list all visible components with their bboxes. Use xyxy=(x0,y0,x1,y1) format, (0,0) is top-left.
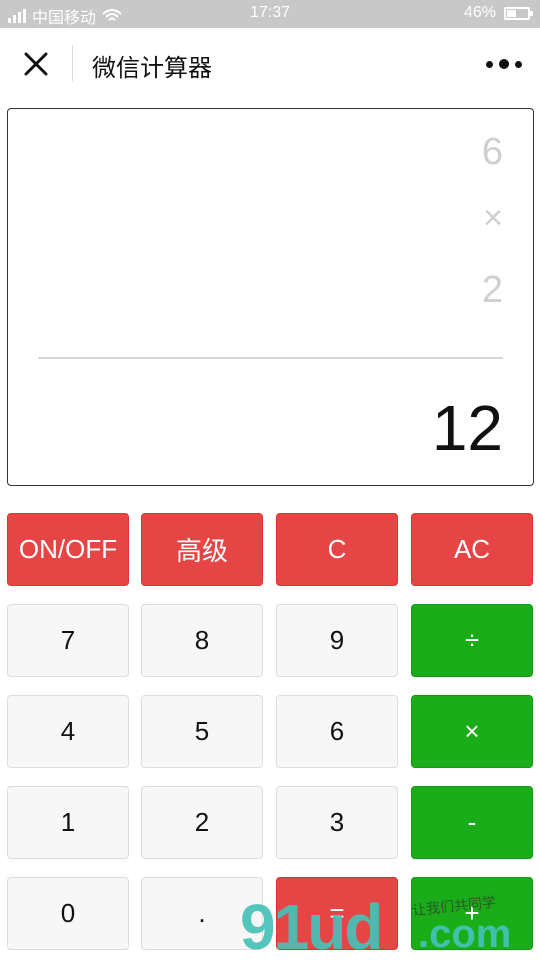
key-4[interactable]: 4 xyxy=(7,695,129,768)
battery-icon xyxy=(504,6,533,20)
battery-percent: 46% xyxy=(463,4,496,21)
key-all-clear[interactable]: AC xyxy=(411,513,533,586)
expression-operand-1: 6 xyxy=(481,131,503,173)
more-dot xyxy=(486,60,493,68)
status-right: 46% xyxy=(463,4,533,22)
key-6[interactable]: 6 xyxy=(276,695,398,768)
key-2[interactable]: 2 xyxy=(141,786,263,859)
expression-operator: × xyxy=(483,199,503,237)
battery-fill xyxy=(507,9,516,17)
key-3[interactable]: 3 xyxy=(276,786,398,859)
more-dot xyxy=(499,59,509,69)
display-divider xyxy=(38,357,503,359)
key-equals[interactable]: = xyxy=(276,877,398,950)
status-time: 17:37 xyxy=(249,4,291,21)
nav-bar: 微信计算器 xyxy=(0,28,540,98)
key-decimal[interactable]: . xyxy=(141,877,263,950)
nav-divider xyxy=(72,45,73,81)
result-value: 12 xyxy=(431,392,503,464)
expression-operand-2: 2 xyxy=(481,269,503,311)
key-7[interactable]: 7 xyxy=(7,604,129,677)
key-divide[interactable]: ÷ xyxy=(411,604,533,677)
key-advanced[interactable]: 高级 xyxy=(141,513,263,586)
key-9[interactable]: 9 xyxy=(276,604,398,677)
page-title: 微信计算器 xyxy=(92,55,212,82)
key-clear[interactable]: C xyxy=(276,513,398,586)
more-dot xyxy=(515,60,522,68)
key-subtract[interactable]: - xyxy=(411,786,533,859)
key-power[interactable]: ON/OFF xyxy=(7,513,129,586)
key-1[interactable]: 1 xyxy=(7,786,129,859)
key-0[interactable]: 0 xyxy=(7,877,129,950)
key-8[interactable]: 8 xyxy=(141,604,263,677)
close-icon[interactable] xyxy=(20,48,52,80)
key-multiply[interactable]: × xyxy=(411,695,533,768)
calculator-display: 6 × 2 12 xyxy=(7,108,534,486)
status-bar: 中国移动 17:37 46% xyxy=(0,0,540,28)
more-menu-icon[interactable] xyxy=(486,52,522,76)
key-5[interactable]: 5 xyxy=(141,695,263,768)
key-add[interactable]: + xyxy=(411,877,533,950)
